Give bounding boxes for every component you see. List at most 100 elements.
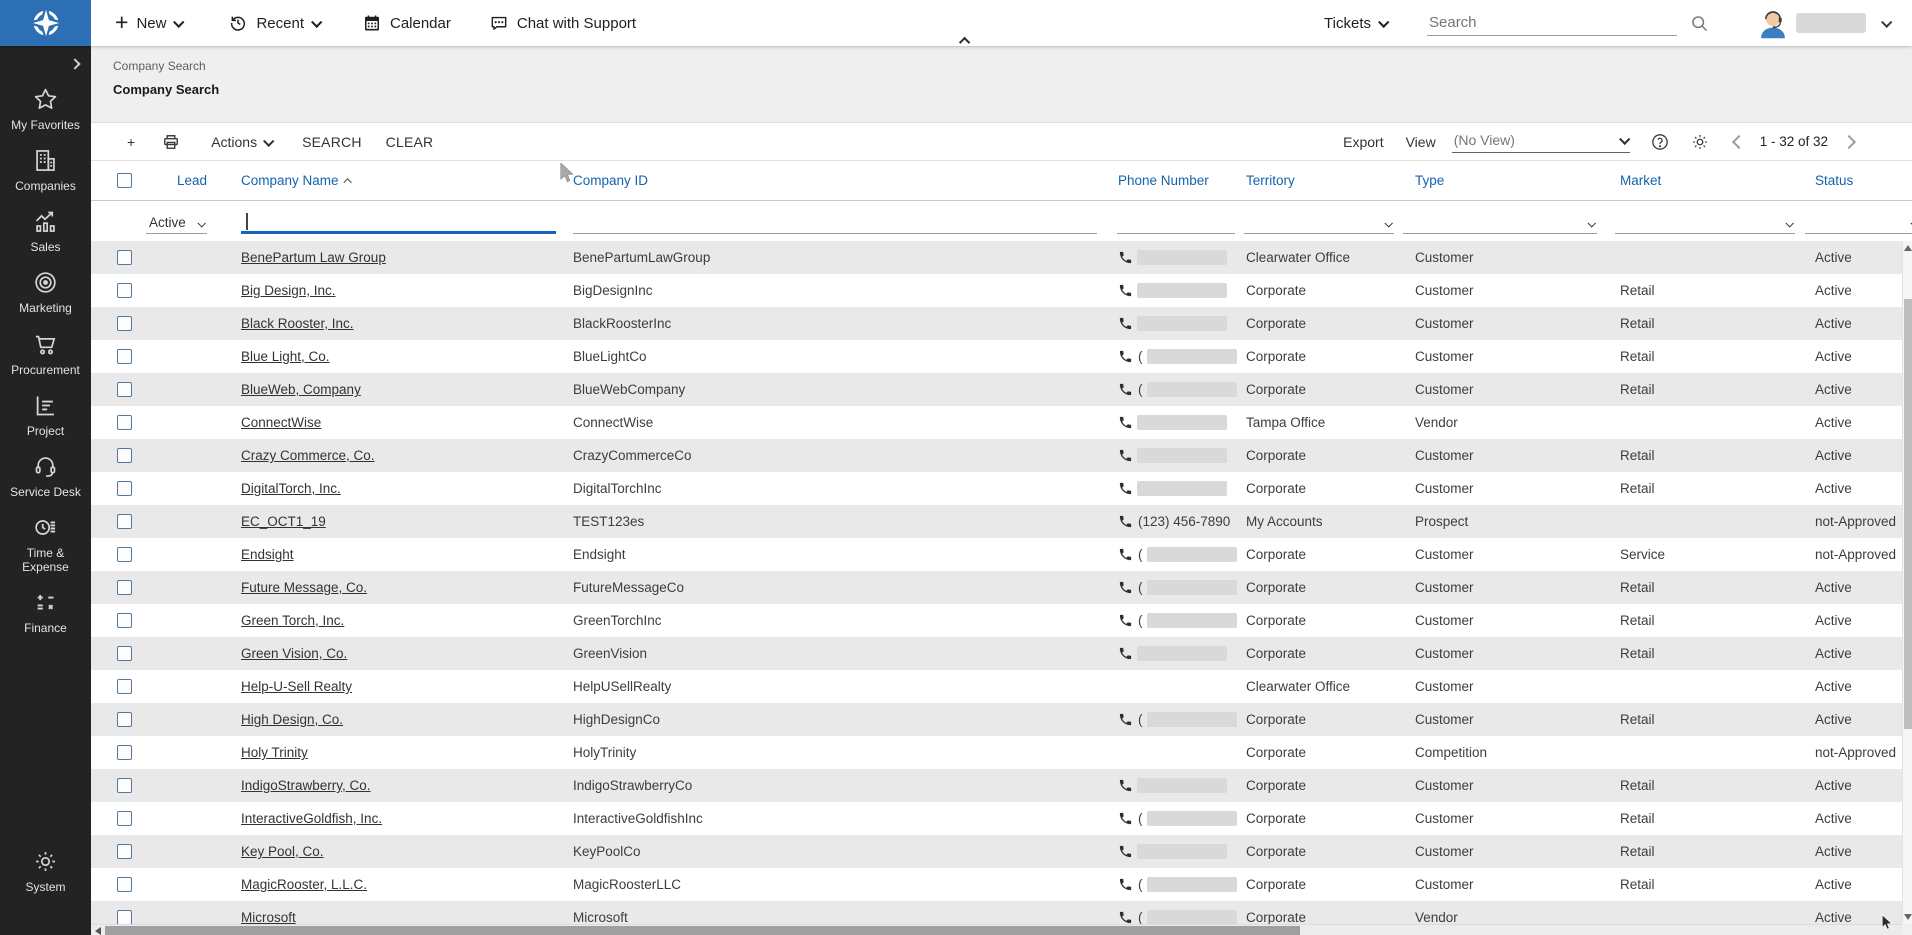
connectwise-logo[interactable] bbox=[0, 0, 91, 46]
clear-button[interactable]: CLEAR bbox=[386, 134, 434, 150]
phone-icon[interactable] bbox=[1118, 844, 1133, 859]
phone-icon[interactable] bbox=[1118, 646, 1133, 661]
sidebar-item-my-favorites[interactable]: My Favorites bbox=[0, 86, 91, 132]
row-checkbox[interactable] bbox=[117, 712, 132, 727]
sidebar-item-project[interactable]: Project bbox=[0, 392, 91, 438]
recent-button[interactable]: Recent bbox=[228, 13, 320, 33]
row-checkbox[interactable] bbox=[117, 580, 132, 595]
company-name-link[interactable]: EC_OCT1_19 bbox=[241, 514, 326, 529]
sidebar-item-companies[interactable]: Companies bbox=[0, 147, 91, 193]
sidebar-item-service-desk[interactable]: Service Desk bbox=[0, 453, 91, 499]
scroll-left-icon[interactable] bbox=[95, 927, 101, 935]
phone-icon[interactable] bbox=[1118, 811, 1133, 826]
company-name-link[interactable]: Green Torch, Inc. bbox=[241, 613, 344, 628]
company-name-link[interactable]: Black Rooster, Inc. bbox=[241, 316, 354, 331]
sidebar-item-marketing[interactable]: Marketing bbox=[0, 269, 91, 315]
search-icon[interactable] bbox=[1689, 13, 1710, 34]
row-checkbox[interactable] bbox=[117, 448, 132, 463]
row-checkbox[interactable] bbox=[117, 283, 132, 298]
select-all-checkbox[interactable] bbox=[117, 173, 132, 188]
scroll-down-icon[interactable] bbox=[1904, 914, 1912, 920]
row-checkbox[interactable] bbox=[117, 811, 132, 826]
company-name-link[interactable]: BenePartum Law Group bbox=[241, 250, 386, 265]
phone-icon[interactable] bbox=[1118, 415, 1133, 430]
column-header-lead[interactable]: Lead bbox=[139, 173, 207, 188]
company-name-link[interactable]: InteractiveGoldfish, Inc. bbox=[241, 811, 382, 826]
tickets-button[interactable]: Tickets bbox=[1324, 15, 1387, 32]
phone-icon[interactable] bbox=[1118, 349, 1133, 364]
company-name-link[interactable]: MagicRooster, L.L.C. bbox=[241, 877, 367, 892]
phone-icon[interactable] bbox=[1118, 547, 1133, 562]
sidebar-item-sales[interactable]: Sales bbox=[0, 208, 91, 254]
company-name-link[interactable]: Key Pool, Co. bbox=[241, 844, 324, 859]
previous-page-icon[interactable] bbox=[1732, 134, 1746, 148]
phone-icon[interactable] bbox=[1118, 514, 1133, 529]
phone-filter-input[interactable] bbox=[1117, 208, 1235, 234]
next-page-icon[interactable] bbox=[1842, 134, 1856, 148]
row-checkbox[interactable] bbox=[117, 415, 132, 430]
row-checkbox[interactable] bbox=[117, 778, 132, 793]
row-checkbox[interactable] bbox=[117, 844, 132, 859]
territory-filter-select[interactable] bbox=[1244, 208, 1394, 234]
profile-menu[interactable] bbox=[1756, 6, 1890, 40]
grid-settings-button[interactable] bbox=[1690, 132, 1710, 152]
phone-icon[interactable] bbox=[1118, 910, 1133, 925]
column-header-company-id[interactable]: Company ID bbox=[567, 173, 1112, 188]
chat-support-button[interactable]: Chat with Support bbox=[489, 13, 636, 33]
company-name-link[interactable]: Microsoft bbox=[241, 910, 296, 925]
phone-icon[interactable] bbox=[1118, 712, 1133, 727]
company-id-filter-input[interactable] bbox=[573, 208, 1097, 234]
status-filter-select[interactable] bbox=[1805, 208, 1912, 234]
expand-sidebar-icon[interactable] bbox=[69, 58, 80, 69]
row-checkbox[interactable] bbox=[117, 646, 132, 661]
add-company-button[interactable]: + bbox=[127, 135, 135, 149]
breadcrumb[interactable]: Company Search bbox=[113, 59, 1912, 73]
vertical-scrollbar[interactable] bbox=[1902, 241, 1912, 924]
column-header-territory[interactable]: Territory bbox=[1242, 173, 1400, 188]
print-button[interactable] bbox=[161, 132, 181, 152]
phone-icon[interactable] bbox=[1118, 613, 1133, 628]
row-checkbox[interactable] bbox=[117, 250, 132, 265]
company-name-link[interactable]: Big Design, Inc. bbox=[241, 283, 336, 298]
row-checkbox[interactable] bbox=[117, 910, 132, 925]
row-checkbox[interactable] bbox=[117, 316, 132, 331]
column-header-market[interactable]: Market bbox=[1610, 173, 1800, 188]
actions-menu[interactable]: Actions bbox=[211, 134, 272, 150]
company-name-link[interactable]: Crazy Commerce, Co. bbox=[241, 448, 375, 463]
column-header-status[interactable]: Status bbox=[1800, 173, 1912, 188]
company-name-link[interactable]: IndigoStrawberry, Co. bbox=[241, 778, 371, 793]
phone-icon[interactable] bbox=[1118, 283, 1133, 298]
company-name-link[interactable]: BlueWeb, Company bbox=[241, 382, 361, 397]
horizontal-scrollbar[interactable] bbox=[91, 924, 1902, 935]
company-name-link[interactable]: High Design, Co. bbox=[241, 712, 343, 727]
sidebar-item-finance[interactable]: Finance bbox=[0, 589, 91, 635]
phone-icon[interactable] bbox=[1118, 580, 1133, 595]
column-header-type[interactable]: Type bbox=[1400, 173, 1610, 188]
sidebar-item-time-expense[interactable]: Time & Expense bbox=[0, 514, 91, 574]
new-button[interactable]: + New bbox=[115, 13, 182, 34]
row-checkbox[interactable] bbox=[117, 481, 132, 496]
type-filter-select[interactable] bbox=[1403, 208, 1597, 234]
search-button[interactable]: SEARCH bbox=[302, 134, 362, 150]
export-button[interactable]: Export bbox=[1343, 134, 1383, 150]
row-checkbox[interactable] bbox=[117, 547, 132, 562]
company-name-link[interactable]: Endsight bbox=[241, 547, 294, 562]
phone-icon[interactable] bbox=[1118, 382, 1133, 397]
row-checkbox[interactable] bbox=[117, 349, 132, 364]
row-checkbox[interactable] bbox=[117, 514, 132, 529]
sidebar-item-system[interactable]: System bbox=[0, 848, 91, 894]
market-filter-select[interactable] bbox=[1615, 208, 1795, 234]
vertical-scrollbar-thumb[interactable] bbox=[1904, 299, 1912, 729]
phone-icon[interactable] bbox=[1118, 316, 1133, 331]
company-name-link[interactable]: Green Vision, Co. bbox=[241, 646, 347, 661]
view-select[interactable]: (No View) bbox=[1452, 130, 1630, 153]
phone-icon[interactable] bbox=[1118, 877, 1133, 892]
help-button[interactable] bbox=[1650, 132, 1670, 152]
phone-icon[interactable] bbox=[1118, 448, 1133, 463]
company-name-link[interactable]: Blue Light, Co. bbox=[241, 349, 330, 364]
row-checkbox[interactable] bbox=[117, 679, 132, 694]
row-checkbox[interactable] bbox=[117, 877, 132, 892]
phone-icon[interactable] bbox=[1118, 481, 1133, 496]
column-header-company-name[interactable]: Company Name bbox=[207, 173, 567, 188]
company-name-link[interactable]: DigitalTorch, Inc. bbox=[241, 481, 341, 496]
